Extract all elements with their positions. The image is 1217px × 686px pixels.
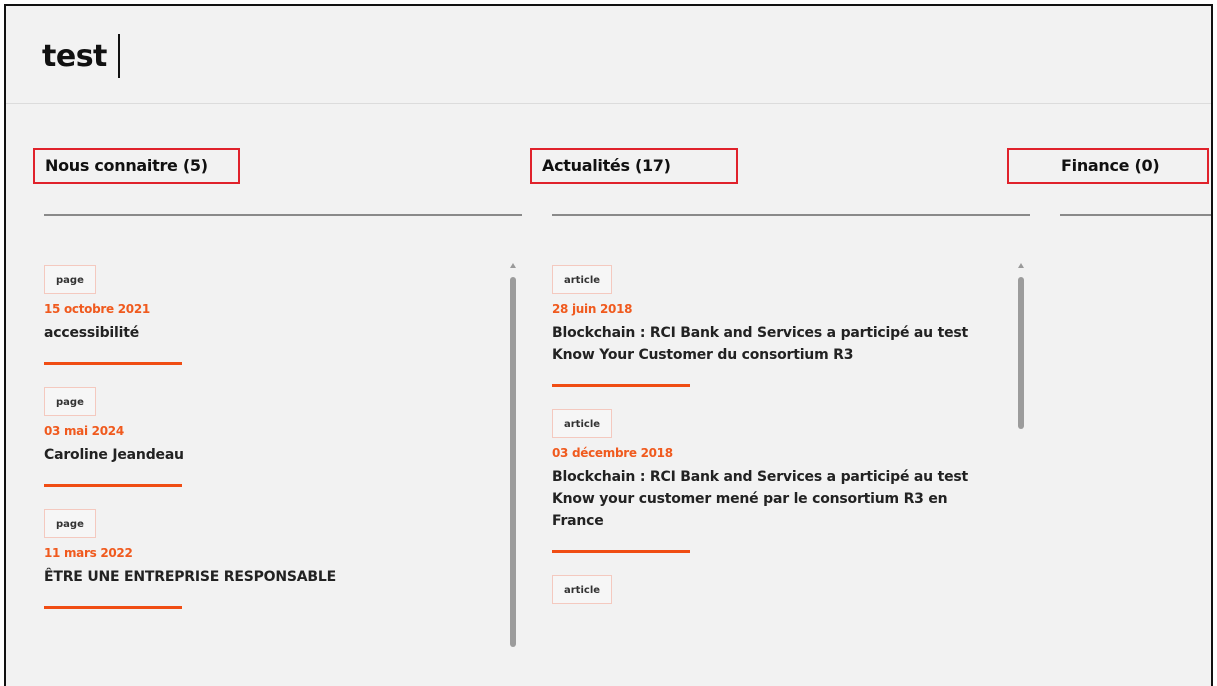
result-title[interactable]: ÊTRE UNE ENTREPRISE RESPONSABLE [44,566,494,588]
column-divider [552,214,1030,216]
result-date: 03 mai 2024 [44,424,124,438]
results-list-actualites: article 28 juin 2018 Blockchain : RCI Ba… [552,261,1002,686]
result-underline [44,484,182,487]
result-item[interactable]: article 28 juin 2018 Blockchain : RCI Ba… [552,265,1002,387]
result-item[interactable]: article [552,575,1002,604]
result-underline [552,384,690,387]
result-title[interactable]: Caroline Jeandeau [44,444,494,466]
column-heading-nous-connaitre[interactable]: Nous connaitre (5) [33,148,240,184]
type-badge: page [44,387,96,416]
result-title[interactable]: accessibilité [44,322,494,344]
result-date: 03 décembre 2018 [552,446,673,460]
search-results-panel: test Nous connaitre (5) page 15 octobre … [4,4,1213,686]
result-item[interactable]: page 15 octobre 2021 accessibilité [44,265,494,365]
result-date: 28 juin 2018 [552,302,633,316]
column-divider [1060,214,1211,216]
result-item[interactable]: page 03 mai 2024 Caroline Jeandeau [44,387,494,487]
result-item[interactable]: article 03 décembre 2018 Blockchain : RC… [552,409,1002,553]
result-item[interactable]: page 11 mars 2022 ÊTRE UNE ENTREPRISE RE… [44,509,494,609]
result-date: 11 mars 2022 [44,546,133,560]
scroll-up-arrow-icon[interactable] [510,263,516,268]
type-badge: article [552,575,613,604]
scrollbar-thumb[interactable] [1018,277,1024,429]
text-caret [118,34,120,78]
scrollbar-actualites[interactable] [1016,261,1028,686]
result-underline [552,550,690,553]
result-underline [44,362,182,365]
scrollbar-nous-connaitre[interactable] [508,261,520,686]
column-heading-finance[interactable]: Finance (0) [1007,148,1209,184]
results-list-nous-connaitre: page 15 octobre 2021 accessibilité page … [44,261,494,686]
scrollbar-thumb[interactable] [510,277,516,647]
result-title[interactable]: Blockchain : RCI Bank and Services a par… [552,322,1002,366]
type-badge: page [44,265,96,294]
search-input[interactable]: test [42,39,107,74]
scroll-up-arrow-icon[interactable] [1018,263,1024,268]
result-date: 15 octobre 2021 [44,302,150,316]
result-title[interactable]: Blockchain : RCI Bank and Services a par… [552,466,1002,532]
search-bar[interactable]: test [6,6,1211,104]
type-badge: article [552,409,613,438]
column-heading-actualites[interactable]: Actualités (17) [530,148,738,184]
type-badge: article [552,265,613,294]
type-badge: page [44,509,96,538]
result-underline [44,606,182,609]
column-divider [44,214,522,216]
